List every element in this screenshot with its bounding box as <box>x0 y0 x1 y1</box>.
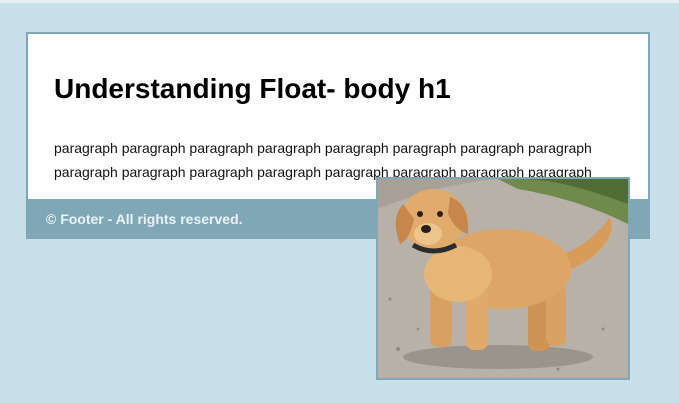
footer-copyright: © Footer - All rights reserved. <box>46 211 243 227</box>
browser-top-edge <box>0 0 679 3</box>
puppy-photo <box>376 177 630 380</box>
page-title: Understanding Float- body h1 <box>54 73 451 104</box>
puppy-illustration <box>378 179 628 378</box>
